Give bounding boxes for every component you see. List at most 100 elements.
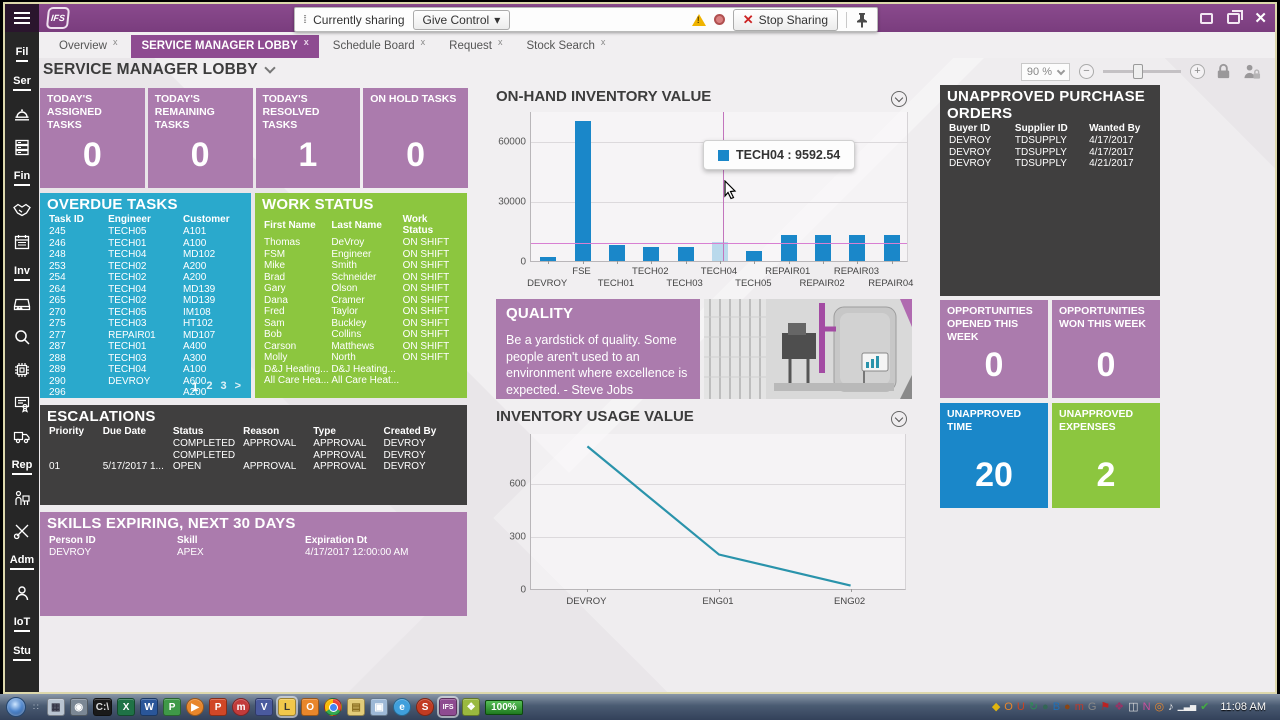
tray-check-icon[interactable]: ✔: [1200, 702, 1209, 713]
page-3[interactable]: 3: [220, 380, 226, 394]
start-button[interactable]: [6, 697, 26, 717]
recording-icon[interactable]: [714, 14, 725, 25]
taskbar-item-app-s[interactable]: S: [416, 698, 434, 716]
table-row[interactable]: 245TECH05A101: [47, 226, 244, 238]
zoom-in-button[interactable]: +: [1190, 64, 1205, 79]
sidebar-item-iot[interactable]: IoT: [14, 616, 31, 632]
taskbar-item-powerpoint[interactable]: P: [209, 698, 227, 716]
table-row[interactable]: 253TECH02A200: [47, 261, 244, 273]
tile-opportunities-won-this-week[interactable]: OPPORTUNITIES WON THIS WEEK0: [1052, 300, 1160, 398]
bar-tech02[interactable]: [643, 247, 659, 261]
zoom-level-select[interactable]: 90 %: [1021, 63, 1070, 81]
drive-icon[interactable]: [12, 294, 32, 314]
restore-icon[interactable]: [1227, 13, 1240, 24]
tray-diamond-icon[interactable]: ◆: [992, 702, 1000, 713]
hamburger-menu-icon[interactable]: [5, 4, 39, 32]
taskbar-item-dev-tool[interactable]: ❖: [462, 698, 480, 716]
tile-today-s-resolved-tasks[interactable]: TODAY'S RESOLVED TASKS1: [256, 88, 361, 188]
taskbar-item-media-player[interactable]: ◉: [70, 698, 88, 716]
taskbar-item-project[interactable]: P: [163, 698, 181, 716]
sidebar-item-stu[interactable]: Stu: [13, 645, 31, 661]
table-row[interactable]: D&J Heating...D&J Heating...: [262, 364, 460, 376]
sidebar-item-fil[interactable]: Fil: [16, 46, 29, 62]
tab-overview[interactable]: Overviewx: [49, 35, 127, 58]
bar-fse[interactable]: [575, 121, 591, 261]
tray-colors-icon[interactable]: ❖: [1114, 702, 1124, 713]
worker-icon[interactable]: [12, 488, 32, 508]
zoom-slider-handle[interactable]: [1133, 64, 1143, 79]
bar-repair01[interactable]: [781, 235, 797, 261]
table-row[interactable]: 277REPAIR01MD107: [47, 330, 244, 342]
tray-shield-icon[interactable]: U: [1017, 702, 1025, 713]
tile-opportunities-opened-this-week[interactable]: OPPORTUNITIES OPENED THIS WEEK0: [940, 300, 1048, 398]
tray-nut-icon[interactable]: ●: [1064, 702, 1071, 713]
tab-close-icon[interactable]: x: [113, 37, 118, 47]
chip-icon[interactable]: [12, 360, 32, 380]
taskbar-item-folder-explorer[interactable]: ▤: [347, 698, 365, 716]
bar-tech04[interactable]: [712, 242, 728, 261]
page-1[interactable]: 1: [192, 380, 199, 394]
table-row[interactable]: 289TECH04A100: [47, 364, 244, 376]
table-row[interactable]: BobCollinsON SHIFT: [262, 329, 460, 341]
table-row[interactable]: DEVROYAPEX4/17/2017 12:00:00 AM: [47, 547, 460, 559]
table-row[interactable]: SamBuckleyON SHIFT: [262, 318, 460, 330]
give-control-button[interactable]: Give Control ▾: [413, 10, 511, 30]
table-row[interactable]: MollyNorthON SHIFT: [262, 352, 460, 364]
table-row[interactable]: ThomasDeVroyON SHIFT: [262, 237, 460, 249]
table-row[interactable]: 254TECH02A200: [47, 272, 244, 284]
tile-today-s-assigned-tasks[interactable]: TODAY'S ASSIGNED TASKS0: [40, 88, 145, 188]
sidebar-item-rep[interactable]: Rep: [12, 459, 33, 475]
user-lock-icon[interactable]: [1242, 62, 1261, 81]
table-row[interactable]: MikeSmithON SHIFT: [262, 260, 460, 272]
tray-flag-icon[interactable]: ⚑: [1100, 702, 1110, 713]
tray-g-icon[interactable]: G: [1088, 702, 1097, 713]
table-row[interactable]: FredTaylorON SHIFT: [262, 306, 460, 318]
search-icon[interactable]: [12, 327, 32, 347]
bar-repair04[interactable]: [884, 235, 900, 261]
bar-tech03[interactable]: [678, 247, 694, 261]
chevron-down-icon[interactable]: [264, 62, 275, 73]
bar-repair02[interactable]: [815, 235, 831, 261]
taskbar-item-chrome[interactable]: [324, 698, 342, 716]
stop-sharing-button[interactable]: ✕ Stop Sharing: [733, 9, 838, 31]
table-row[interactable]: GaryOlsonON SHIFT: [262, 283, 460, 295]
tools-icon[interactable]: [12, 521, 32, 541]
tile-unapproved-time[interactable]: UNAPPROVED TIME20: [940, 403, 1048, 508]
table-row[interactable]: DEVROYTDSUPPLY4/21/2017: [947, 158, 1153, 170]
tab-stock-search[interactable]: Stock Searchx: [516, 35, 615, 58]
tab-service-manager-lobby[interactable]: SERVICE MANAGER LOBBYx: [131, 35, 318, 58]
bar-repair03[interactable]: [849, 235, 865, 261]
tab-schedule-board[interactable]: Schedule Boardx: [323, 35, 435, 58]
sidebar-item-ser[interactable]: Ser: [13, 75, 31, 91]
table-row[interactable]: 015/17/2017 1...OPENAPPROVALAPPROVALDEVR…: [47, 461, 460, 473]
minimize-icon[interactable]: [1200, 13, 1213, 24]
taskbar-item-media-play[interactable]: ▶: [186, 698, 204, 716]
tray-sync-icon[interactable]: ↻: [1029, 702, 1038, 713]
table-row[interactable]: 287TECH01A400: [47, 341, 244, 353]
tile-unapproved-expenses[interactable]: UNAPPROVED EXPENSES2: [1052, 403, 1160, 508]
sidebar-item-adm[interactable]: Adm: [10, 554, 34, 570]
taskbar-item-app-m[interactable]: m: [232, 698, 250, 716]
zoom-out-button[interactable]: −: [1079, 64, 1094, 79]
tab-close-icon[interactable]: x: [304, 37, 309, 47]
tray-bluetooth-icon[interactable]: B: [1053, 702, 1060, 713]
warning-icon[interactable]: [692, 14, 706, 26]
table-row[interactable]: 246TECH01A100: [47, 238, 244, 250]
tile-on-hold-tasks[interactable]: ON HOLD TASKS0: [363, 88, 468, 188]
tray-volume-icon[interactable]: ♪: [1168, 702, 1174, 713]
collapse-chart-icon[interactable]: [891, 411, 907, 427]
taskbar-item-ifs-app[interactable]: IFS: [439, 698, 457, 716]
zoom-slider[interactable]: [1103, 70, 1181, 73]
table-row[interactable]: DanaCramerON SHIFT: [262, 295, 460, 307]
taskbar-item-calculator[interactable]: ▦: [47, 698, 65, 716]
tab-close-icon[interactable]: x: [601, 37, 606, 47]
server-icon[interactable]: [12, 137, 32, 157]
taskbar-item-internet-explorer[interactable]: e: [393, 698, 411, 716]
table-row[interactable]: 248TECH04MD102: [47, 249, 244, 261]
taskbar-item-photo-viewer[interactable]: ▣: [370, 698, 388, 716]
table-row[interactable]: 265TECH02MD139: [47, 295, 244, 307]
table-row[interactable]: BradSchneiderON SHIFT: [262, 272, 460, 284]
certificate-icon[interactable]: [12, 393, 32, 413]
table-row[interactable]: 288TECH03A300: [47, 353, 244, 365]
taskbar-item-lync[interactable]: L: [278, 698, 296, 716]
